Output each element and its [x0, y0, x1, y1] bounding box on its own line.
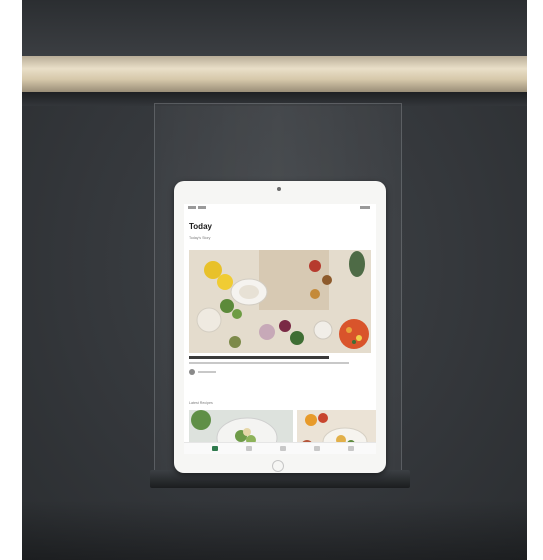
story-subtext — [189, 362, 349, 364]
ipad-tablet: Today Today's Story Latest Recipes — [174, 181, 386, 473]
bowl — [313, 320, 333, 340]
home-icon[interactable] — [212, 446, 218, 451]
author-avatar — [189, 369, 195, 375]
food-illustration — [189, 250, 371, 353]
cucumber — [349, 251, 365, 277]
cart-icon[interactable] — [314, 446, 320, 451]
tomato-dish — [339, 319, 369, 349]
story-headline[interactable] — [189, 356, 329, 359]
greens — [290, 331, 304, 345]
recipes-section-label: Latest Recipes — [189, 401, 213, 405]
status-bar — [184, 206, 376, 212]
onion — [259, 324, 275, 340]
cutting-board — [259, 250, 329, 310]
bookmark-icon[interactable] — [280, 446, 286, 451]
lemon-icon — [204, 261, 222, 279]
herbs — [220, 299, 234, 313]
spice-bowl — [310, 289, 320, 299]
page-title: Today — [189, 222, 212, 231]
herbs — [232, 309, 242, 319]
front-camera — [277, 187, 281, 191]
upper-cabinet-panel — [22, 0, 527, 56]
featured-section-label: Today's Story — [189, 236, 211, 240]
tab-bar — [184, 442, 376, 454]
tablet-screen: Today Today's Story Latest Recipes — [184, 204, 376, 454]
bowl — [196, 307, 222, 333]
olives — [229, 336, 241, 348]
profile-icon[interactable] — [348, 446, 354, 451]
lower-shadow — [22, 500, 527, 560]
author-name — [198, 371, 216, 373]
spice-bowl — [309, 260, 321, 272]
led-light-strip — [22, 56, 527, 92]
spice-bowl — [322, 275, 332, 285]
home-button[interactable] — [272, 460, 284, 472]
lemon-icon — [217, 274, 233, 290]
kitchen-scene: Today Today's Story Latest Recipes — [22, 0, 527, 560]
search-icon[interactable] — [246, 446, 252, 451]
featured-story-image[interactable] — [189, 250, 371, 353]
onion — [279, 320, 291, 332]
